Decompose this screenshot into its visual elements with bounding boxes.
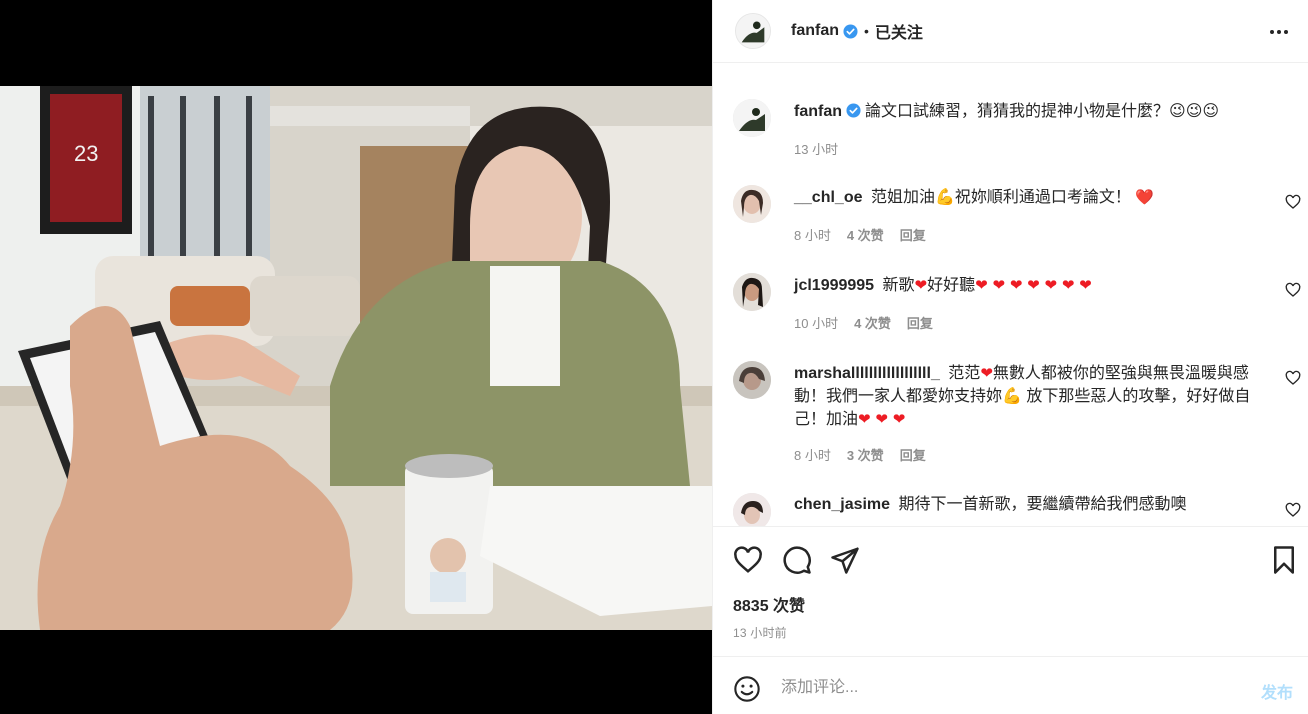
comment-text-block: jcl1999995 新歌❤好好聽❤ ❤ ❤ ❤ ❤ ❤ ❤ — [794, 274, 1254, 297]
author-username[interactable]: fanfan — [791, 22, 839, 40]
reply-button[interactable]: 回复 — [900, 445, 926, 464]
comment-meta: 10 小时 4 次赞 回复 — [794, 313, 933, 332]
comment-like-count[interactable]: 3 次赞 — [847, 445, 884, 464]
post-comment-button[interactable]: 发布 — [1261, 679, 1293, 703]
comment-text-block: __chl_oe 范姐加油💪祝妳順利通過口考論文！ ❤️ — [794, 186, 1254, 209]
caption-meta: 13 小时 — [794, 139, 838, 158]
more-dots-icon[interactable] — [1267, 20, 1291, 44]
comment-time: 8 小时 — [794, 448, 831, 463]
commenter-avatar[interactable] — [733, 185, 771, 223]
comment-time: 8 小时 — [794, 228, 831, 243]
post-media-pane: 23 — [0, 0, 712, 714]
comment-text: 好好聽 — [927, 277, 976, 294]
bookmark-icon[interactable] — [1269, 545, 1299, 575]
post-header: fanfan • 已关注 — [713, 0, 1308, 62]
comment-username[interactable]: jcl1999995 — [794, 277, 874, 294]
paper-plane-icon[interactable] — [830, 545, 860, 575]
svg-text:23: 23 — [74, 141, 98, 166]
heart-outline-icon[interactable] — [733, 545, 763, 575]
comment-time: 10 小时 — [794, 316, 839, 331]
photo-illustration: 23 — [0, 86, 712, 630]
caption-time: 13 小时 — [794, 142, 839, 157]
comment-like-count[interactable]: 4 次赞 — [854, 313, 891, 332]
commenter-avatar[interactable] — [733, 493, 771, 526]
commenter-avatar[interactable] — [733, 273, 771, 311]
author-avatar[interactable] — [735, 13, 771, 49]
caption-emojis: 😉😉😉 — [1169, 101, 1220, 120]
comment-text: 范范 — [948, 365, 981, 382]
comment-composer: 发布 — [713, 656, 1308, 714]
caption-avatar[interactable] — [733, 99, 771, 137]
flexed-biceps-emoji: 💪 — [1002, 386, 1022, 405]
caption-text-block: fanfan 論文口試練習，猜猜我的提神小物是什麼？😉😉😉 — [794, 100, 1254, 123]
comment-username[interactable]: marshallllllllllllllllll_ — [794, 365, 940, 382]
comment-meta: 8 小时 3 次赞 回复 — [794, 445, 926, 464]
verified-badge-icon — [846, 103, 861, 118]
caption-username[interactable]: fanfan — [794, 103, 842, 120]
heart-emojis: ❤ ❤ ❤ — [858, 410, 906, 428]
heart-outline-icon[interactable] — [1285, 282, 1301, 298]
heart-outline-icon[interactable] — [1285, 502, 1301, 518]
reply-button[interactable]: 回复 — [900, 225, 926, 244]
heart-emojis: ❤ ❤ ❤ ❤ ❤ ❤ ❤ — [975, 276, 1092, 294]
comment-meta: 8 小时 4 次赞 回复 — [794, 225, 926, 244]
heart-emoji: ❤ — [980, 364, 993, 382]
comment-text: 新歌 — [882, 277, 915, 294]
comment-text: 期待下一首新歌，要繼續帶給我們感動噢 — [898, 496, 1187, 513]
comment-username[interactable]: chen_jasime — [794, 496, 890, 513]
like-count[interactable]: 8835 次赞 — [733, 592, 805, 616]
post-timestamp[interactable]: 13 小时前 — [733, 624, 787, 641]
post-photo[interactable]: 23 — [0, 86, 712, 630]
comment-text: 祝妳順利通過口考論文！ — [954, 189, 1131, 206]
post-actions-bar — [713, 526, 1308, 590]
comment-like-count[interactable]: 4 次赞 — [847, 225, 884, 244]
caption-text: 論文口試練習，猜猜我的提神小物是什麼？ — [865, 103, 1170, 120]
heart-outline-icon[interactable] — [1285, 194, 1301, 210]
commenter-avatar[interactable] — [733, 361, 771, 399]
heart-outline-icon[interactable] — [1285, 370, 1301, 386]
comment-input[interactable] — [781, 673, 1201, 703]
heart-emoji: ❤ — [914, 276, 928, 294]
flexed-biceps-emoji: 💪 — [934, 187, 955, 206]
header-separator: • — [864, 23, 869, 39]
comment-text-block: chen_jasime 期待下一首新歌，要繼續帶給我們感動噢 — [794, 494, 1254, 516]
comments-list[interactable]: fanfan 論文口試練習，猜猜我的提神小物是什麼？😉😉😉 13 小时 __chl… — [713, 62, 1308, 526]
comment-text: 范姐加油 — [870, 189, 935, 206]
comment-bubble-icon[interactable] — [782, 545, 812, 575]
verified-badge-icon — [843, 23, 858, 39]
smiley-icon[interactable] — [733, 675, 761, 703]
comment-text-block: marshallllllllllllllllll_ 范范❤無數人都被你的堅強與無… — [794, 362, 1254, 431]
comment-username[interactable]: __chl_oe — [794, 189, 862, 206]
post-detail-panel: fanfan • 已关注 fanfan 論文口試練習，猜猜我的提神小物是什麼？😉😉… — [712, 0, 1308, 714]
heart-emoji: ❤️ — [1135, 188, 1155, 206]
follow-status-button[interactable]: 已关注 — [875, 19, 923, 43]
reply-button[interactable]: 回复 — [907, 313, 933, 332]
